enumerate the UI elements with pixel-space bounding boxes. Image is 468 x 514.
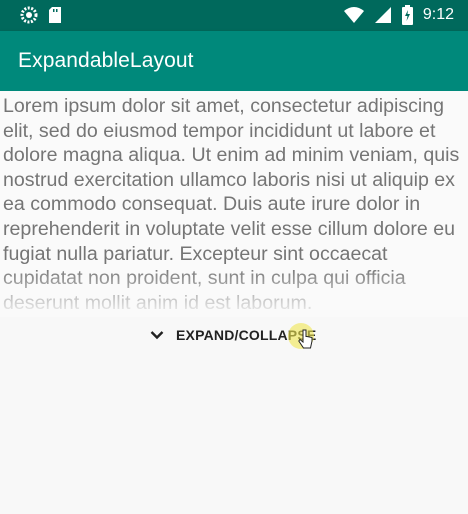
battery-charging-icon	[401, 5, 413, 25]
fade-overlay	[0, 267, 468, 317]
signal-icon	[374, 7, 391, 23]
chevron-down-icon	[150, 331, 164, 340]
status-right-icons: 9:12	[343, 4, 454, 26]
sd-card-icon	[49, 7, 61, 23]
status-left-icons	[20, 6, 62, 24]
app-bar: ExpandableLayout	[0, 31, 468, 91]
settings-icon	[20, 6, 38, 24]
wifi-icon	[343, 7, 364, 23]
status-bar: 9:12	[0, 0, 468, 31]
cursor-pointer-icon	[298, 329, 313, 349]
expandable-content: Lorem ipsum dolor sit amet, consectetur …	[0, 91, 468, 317]
page-title: ExpandableLayout	[18, 49, 194, 72]
status-time: 9:12	[422, 6, 454, 23]
